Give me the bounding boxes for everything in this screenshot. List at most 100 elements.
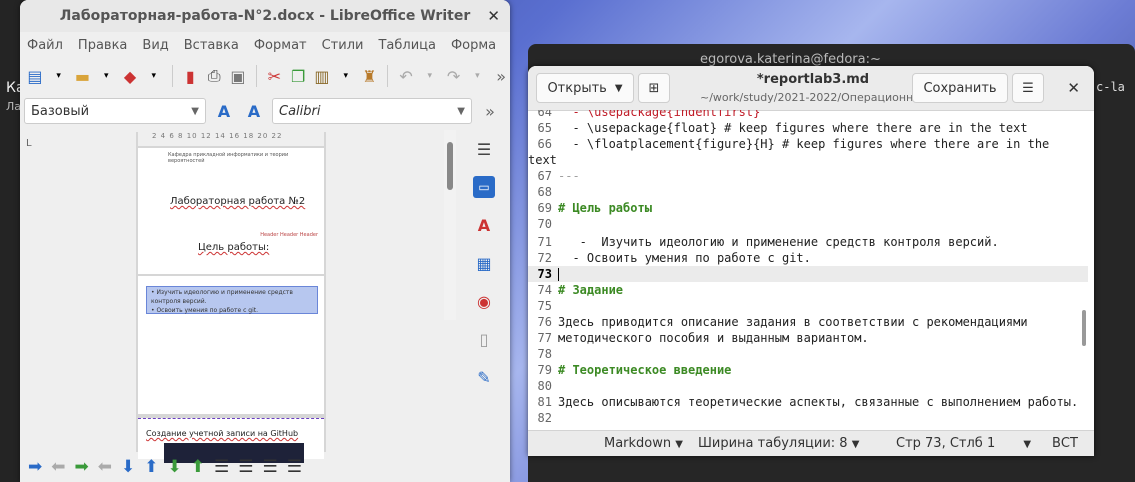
dropdown-arrow-icon[interactable]: ▾	[337, 64, 355, 88]
menu-styles[interactable]: Стили	[322, 38, 364, 53]
horizontal-ruler[interactable]: 2 4 6 8 10 12 14 16 18 20 22	[138, 132, 324, 146]
line-text: - Изучить идеологию и применение средств…	[558, 235, 999, 249]
page-3-text: Создание учетной записи на GitHub	[146, 429, 299, 438]
chevron-down-icon[interactable]: ▼	[191, 106, 199, 117]
clone-formatting-icon[interactable]: ♜	[361, 64, 379, 88]
gallery-icon[interactable]: ▦	[473, 252, 495, 274]
text-editor-window: Открыть ▼ ⊞ *reportlab3.md ~/work/study/…	[528, 66, 1094, 456]
menu-format[interactable]: Формат	[254, 38, 307, 53]
line-number: 77	[537, 331, 552, 345]
menu-edit[interactable]: Правка	[78, 38, 127, 53]
document-subtitle: Цель работы:	[198, 242, 270, 253]
line-number: 64	[537, 110, 552, 119]
list-style-icon[interactable]: ☰	[287, 457, 302, 477]
list-item: • Освоить умения по работе с git.	[151, 307, 259, 314]
editor-scrollbar[interactable]	[1082, 310, 1086, 346]
line-text: # Задание	[558, 283, 624, 297]
dropdown-arrow-icon[interactable]: ▾	[50, 64, 68, 88]
code-line: text	[528, 152, 557, 168]
undo-icon[interactable]: ↶	[397, 64, 415, 88]
editor-title: *reportlab3.md	[756, 72, 870, 87]
move-down-icon[interactable]: ⬇	[121, 457, 135, 477]
writer-title: Лабораторная-работа-N°2.docx - LibreOffi…	[59, 8, 471, 24]
chevron-down-icon: ▼	[1023, 439, 1032, 450]
toolbar-separator	[171, 65, 173, 87]
new-tab-button[interactable]: ⊞	[638, 73, 670, 103]
open-folder-icon[interactable]: ▬	[74, 64, 92, 88]
update-style-icon[interactable]: A	[212, 99, 236, 123]
save-button[interactable]: Сохранить	[912, 73, 1008, 103]
move-down-subpoints-icon[interactable]: ⬇	[168, 457, 182, 477]
export-pdf-icon[interactable]: ▮	[181, 64, 199, 88]
open-button[interactable]: Открыть ▼	[536, 73, 634, 103]
promote-icon[interactable]: ⬅	[98, 457, 112, 477]
more-tools-icon[interactable]: »	[478, 99, 502, 123]
font-name-combo[interactable]: Calibri ▼	[272, 98, 472, 124]
more-tools-icon[interactable]: »	[492, 64, 510, 88]
redo-icon[interactable]: ↷	[445, 64, 463, 88]
chevron-down-icon[interactable]: ▼	[457, 106, 465, 117]
dropdown-arrow-icon[interactable]: ▾	[97, 64, 115, 88]
properties-icon[interactable]: ▭	[473, 176, 495, 198]
editor-statusbar: Markdown ▼ Ширина табуляции: 8 ▼ Стр 73,…	[528, 430, 1094, 456]
dropdown-arrow-icon[interactable]: ▾	[421, 64, 439, 88]
menu-icon[interactable]: ☰	[473, 138, 495, 160]
new-document-icon[interactable]: ▤	[26, 64, 44, 88]
close-icon[interactable]: ✕	[487, 7, 500, 25]
writer-titlebar[interactable]: Лабораторная-работа-N°2.docx - LibreOffi…	[20, 0, 510, 32]
tab-width-selector[interactable]: Ширина табуляции: 8 ▼	[698, 436, 859, 451]
code-line: 65 - \usepackage{float} # keep figures w…	[528, 120, 1028, 136]
editor-file-path: ~/work/study/2021-2022/Операционны...	[700, 91, 925, 104]
line-number: 73	[537, 267, 552, 281]
page-2[interactable]: • Изучить идеологию и применение средств…	[138, 276, 324, 414]
styles-icon[interactable]: A	[473, 214, 495, 236]
navigator-icon[interactable]: ◉	[473, 290, 495, 312]
unordered-list-icon[interactable]: ☰	[214, 457, 229, 477]
paste-icon[interactable]: ▥	[313, 64, 331, 88]
page-icon[interactable]: ▯	[473, 328, 495, 350]
paragraph-style-combo[interactable]: Базовый ▼	[24, 98, 206, 124]
new-style-icon[interactable]: A	[242, 99, 266, 123]
selected-text[interactable]: • Изучить идеологию и применение средств…	[146, 286, 318, 314]
manage-changes-icon[interactable]: ✎	[473, 366, 495, 388]
document-title: Лабораторная работа №2	[170, 196, 306, 207]
arrow-right-icon[interactable]: ➡	[28, 457, 42, 477]
arrow-left-icon[interactable]: ⬅	[51, 457, 65, 477]
line-text: Здесь приводится описание задания в соот…	[558, 315, 1028, 329]
move-up-subpoints-icon[interactable]: ⬆	[191, 457, 205, 477]
cut-icon[interactable]: ✂	[266, 64, 284, 88]
scrollbar-thumb[interactable]	[447, 142, 453, 190]
code-view[interactable]: 64 - \usepackage{indentfirst} 65 - \usep…	[528, 110, 1088, 428]
copy-icon[interactable]: ❐	[289, 64, 307, 88]
menu-form[interactable]: Форма	[451, 38, 496, 53]
menu-view[interactable]: Вид	[142, 38, 168, 53]
dropdown-arrow-icon[interactable]: ▾	[468, 64, 486, 88]
save-icon[interactable]: ◆	[121, 64, 139, 88]
chevron-down-icon: ▼	[675, 439, 683, 450]
print-preview-icon[interactable]: ▣	[229, 64, 247, 88]
outline-list-icon[interactable]: ☰	[263, 457, 278, 477]
page-1[interactable]: Кафедра прикладной информатики и теории …	[138, 148, 324, 274]
close-icon[interactable]: ✕	[1067, 79, 1080, 97]
ruler-corner: L	[26, 138, 32, 149]
cursor-position[interactable]: Стр 73, Стлб 1 ▼	[896, 436, 1031, 451]
menu-table[interactable]: Таблица	[378, 38, 436, 53]
code-line: 66 - \floatplacement{figure}{H} # keep f…	[528, 136, 1050, 152]
editor-headerbar[interactable]: Открыть ▼ ⊞ *reportlab3.md ~/work/study/…	[528, 66, 1094, 111]
language-selector[interactable]: Markdown ▼	[604, 436, 683, 451]
demote-icon[interactable]: ➡	[75, 457, 89, 477]
document-area[interactable]: 2 4 6 8 10 12 14 16 18 20 22 Кафедра при…	[136, 132, 326, 463]
chevron-down-icon: ▼	[614, 82, 623, 94]
formatting-toolbar: Базовый ▼ A A Calibri ▼ »	[20, 94, 510, 128]
dropdown-arrow-icon[interactable]: ▾	[145, 64, 163, 88]
vertical-scrollbar[interactable]	[444, 130, 456, 320]
menu-file[interactable]: Файл	[27, 38, 63, 53]
menu-insert[interactable]: Вставка	[184, 38, 239, 53]
print-icon[interactable]: ⎙	[205, 64, 223, 88]
line-text: - Освоить умения по работе с git.	[558, 251, 811, 265]
code-line: 79 # Теоретическое введение	[528, 362, 732, 378]
ordered-list-icon[interactable]: ☰	[238, 457, 253, 477]
move-up-icon[interactable]: ⬆	[144, 457, 158, 477]
code-line: 73	[528, 266, 559, 282]
main-menu-button[interactable]: ☰	[1012, 73, 1044, 103]
